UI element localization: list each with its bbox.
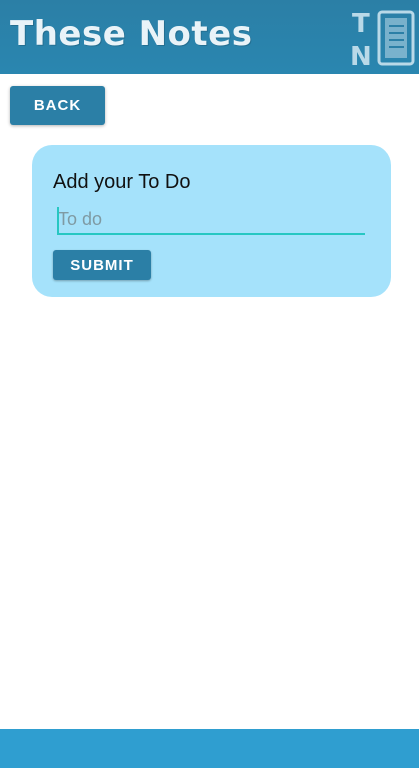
text-cursor bbox=[57, 207, 59, 233]
app-title: These Notes bbox=[10, 14, 253, 54]
add-todo-title: Add your To Do bbox=[53, 171, 191, 193]
app-footer bbox=[0, 729, 419, 768]
logo-letter-n: N bbox=[350, 42, 372, 68]
notebook-logo-icon: T N bbox=[350, 9, 415, 68]
app-screen: These Notes T N BACK Add your To Do SUBM… bbox=[0, 0, 419, 768]
todo-input[interactable] bbox=[57, 205, 365, 235]
logo-letter-t: T bbox=[352, 9, 370, 39]
back-button[interactable]: BACK bbox=[10, 86, 105, 125]
add-todo-card: Add your To Do SUBMIT bbox=[32, 145, 391, 297]
submit-button[interactable]: SUBMIT bbox=[53, 250, 151, 280]
app-header: These Notes T N bbox=[0, 0, 419, 74]
